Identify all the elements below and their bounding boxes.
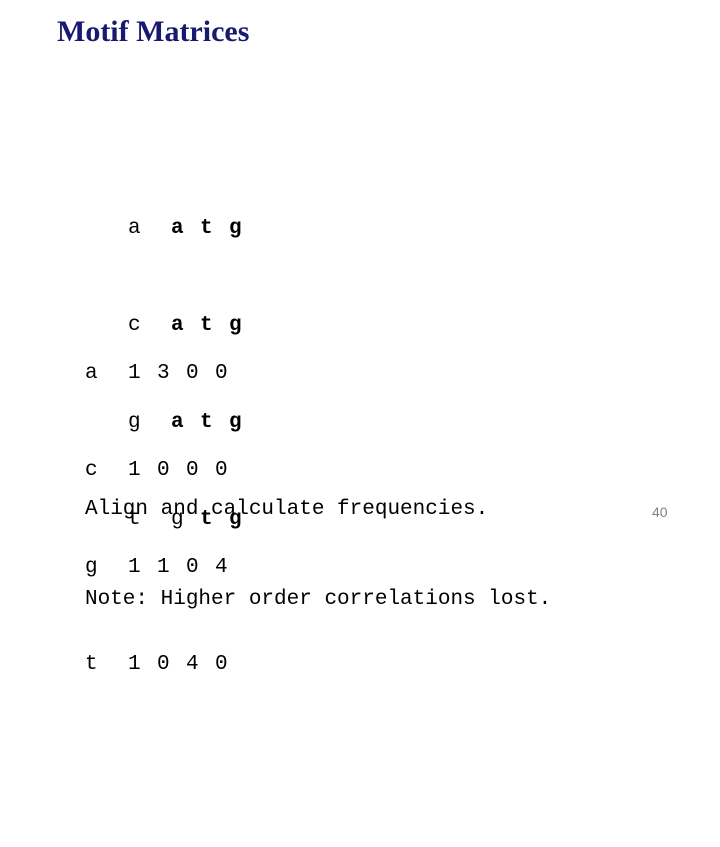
alignment-cell: t: [200, 411, 213, 434]
alignment-cell: g: [229, 411, 242, 434]
slide-canvas: Motif Matrices a a t g c a t g g a t g t…: [0, 0, 720, 676]
caption-line: Align and calculate frequencies.: [85, 498, 489, 521]
alignment-cell: a: [171, 217, 184, 240]
alignment-cell: g: [229, 217, 242, 240]
alignment-cell: a: [171, 411, 184, 434]
alignment-cell: a: [171, 314, 184, 337]
caption-block: Align and calculate frequencies. Note: H…: [85, 435, 551, 675]
page-title: Motif Matrices: [57, 15, 250, 48]
page-number: 40: [652, 504, 668, 520]
count-row-label: a: [85, 362, 98, 385]
caption-line: Note: Higher order correlations lost.: [85, 588, 552, 611]
table-row: a 1 3 0 0: [85, 360, 228, 388]
count-cell: 0: [215, 362, 228, 385]
count-cell: 3: [157, 362, 170, 385]
alignment-cell: t: [200, 217, 213, 240]
alignment-cell: g: [229, 314, 242, 337]
table-row: a a t g: [128, 215, 242, 243]
alignment-row-label: a: [128, 217, 141, 240]
count-cell: 1: [128, 362, 141, 385]
alignment-cell: t: [200, 314, 213, 337]
count-cell: 0: [186, 362, 199, 385]
